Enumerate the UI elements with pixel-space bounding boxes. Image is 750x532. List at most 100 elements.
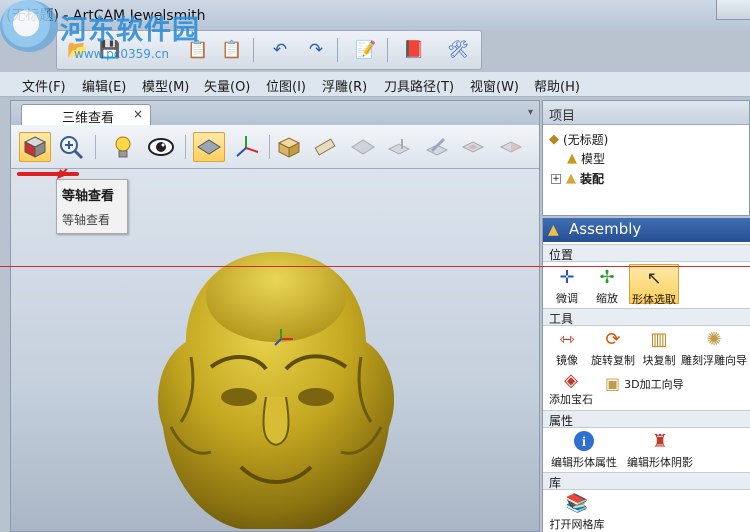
menu-help[interactable]: 帮助(H) [534,76,580,95]
toolbar-separator [253,38,254,62]
section-properties: 属性 [543,410,750,428]
tool-label: 添加宝石 [549,393,593,406]
nudge-button[interactable]: ✛ 微调 [547,264,587,306]
cylinder-icon [314,138,336,156]
cursor-icon: ↖ [646,267,662,289]
section-label: 工具 [549,312,574,326]
section-label: 库 [549,476,562,490]
close-icon[interactable]: × [133,107,143,121]
mirror-icon: ⇿ [559,328,575,350]
gem-icon: ◈ [564,370,578,391]
shaded-view-button[interactable] [347,132,379,162]
tooltip-title: 等轴查看 [62,189,115,204]
edit-shape-properties-button[interactable]: i 编辑形体属性 [547,428,621,470]
isometric-view-button[interactable] [19,132,51,162]
view-visibility-button[interactable] [145,132,177,162]
clipboard-icon[interactable]: 📋 [219,37,245,63]
edit-shape-shading-button[interactable]: ♜ 编辑形体阴影 [623,428,697,470]
tool-label: 雕刻浮雕向导 [681,354,747,367]
tool-label: 镜像 [556,354,578,367]
watermark-text: 河东软件园 [60,15,200,46]
lighting-button[interactable] [107,132,139,162]
menu-bitmap[interactable]: 位图(I) [266,76,306,95]
toolbar-separator [337,38,338,62]
rotate-copy-button[interactable]: ⟳ 旋转复制 [589,326,637,368]
tree-item-label: (无标题) [563,133,609,147]
rotate-copy-icon: ⟳ [605,328,621,350]
layers-icon [461,141,485,153]
scale-button[interactable]: ✢ 缩放 [587,264,627,306]
relief-icon [499,141,523,153]
book-icon[interactable]: 📕 [401,37,427,63]
menu-file[interactable]: 文件(F) [22,76,66,95]
nudge-icon: ✛ [559,266,575,288]
relief-view-button[interactable] [495,132,527,162]
draw-button[interactable] [421,132,453,162]
menu-toolpath[interactable]: 刀具路径(T) [384,76,454,95]
guide-line [0,266,750,267]
menu-model[interactable]: 模型(M) [142,76,189,95]
project-panel: 项目 ◆ (无标题) ▲ 模型 + ▲ 装配 [542,100,750,216]
watermark-logo [0,0,58,52]
mirror-button[interactable]: ⇿ 镜像 [545,326,589,368]
shape-select-button[interactable]: ↖ 形体选取 [629,264,679,306]
watermark-url: www.pc0359.cn [74,47,169,61]
shading-icon: ♜ [651,430,669,452]
add-gem-button[interactable]: ◈ 添加宝石 [549,370,593,407]
chevron-down-icon[interactable]: ▾ [528,107,533,118]
material-button[interactable] [273,132,305,162]
tool-label: 缩放 [596,292,618,305]
menu-bar: 文件(F) 编辑(E) 模型(M) 矢量(O) 位图(I) 浮雕(R) 刀具路径… [0,72,750,97]
zoom-in-button[interactable] [55,132,87,162]
plane-view-button[interactable] [193,132,225,162]
menu-window[interactable]: 视窗(W) [470,76,519,95]
block-copy-button[interactable]: ▥ 块复制 [639,326,679,368]
view-toolbar [11,125,539,169]
menu-edit[interactable]: 编辑(E) [82,76,126,95]
eye-icon [148,138,174,156]
tree-item-label: 模型 [581,152,606,166]
project-panel-title: 项目 [549,109,576,124]
assembly-icon: ▲ [566,171,576,186]
3d-machining-wizard-button[interactable]: ▣ 3D加工向导 [605,374,684,393]
tree-item-model[interactable]: ▲ 模型 [567,150,605,167]
axes-icon [236,136,259,157]
project-icon: ◆ [549,132,559,147]
tree-item-project[interactable]: ◆ (无标题) [549,131,608,148]
3d-viewport[interactable]: 等轴查看 等轴查看 [11,169,539,531]
open-mesh-library-button[interactable]: 📚 打开网格库 [547,490,607,532]
tool-label: 编辑形体属性 [551,456,617,469]
svg-text:i: i [582,435,586,450]
wireframe-button[interactable] [383,132,415,162]
layers-button[interactable] [457,132,489,162]
notes-icon[interactable]: 📝 [353,37,379,63]
tooltip: 等轴查看 等轴查看 [56,179,128,234]
redo-icon[interactable]: ↷ [303,37,329,63]
menu-relief[interactable]: 浮雕(R) [322,76,367,95]
buddha-head-model [157,252,395,529]
model-icon: ▲ [567,151,577,166]
section-position: 位置 [543,244,750,262]
expand-icon[interactable]: + [551,173,561,184]
axes-button[interactable] [231,132,263,162]
toolbar-separator [269,135,270,159]
menu-vector[interactable]: 矢量(O) [204,76,250,95]
section-library: 库 [543,472,750,490]
undo-icon[interactable]: ↶ [267,37,293,63]
section-tools: 工具 [543,308,750,326]
toolbar-separator [387,38,388,62]
section-label: 位置 [549,248,574,262]
plane-icon [197,139,221,155]
tab-3d-view[interactable]: 三维查看 × [21,104,151,126]
cube-icon [23,136,47,158]
cylinder-button[interactable] [309,132,341,162]
3d-view-panel: 三维查看 × ▾ 等轴查看 等轴查看 [10,100,540,532]
scale-icon: ✢ [599,266,615,288]
tool-label: 微调 [556,292,578,305]
project-panel-header: 项目 [543,101,749,125]
window-close-button[interactable] [716,0,750,20]
tree-item-assembly[interactable]: + ▲ 装配 [551,170,604,187]
tools-icon[interactable]: 🛠 [445,37,471,63]
relief-wizard-button[interactable]: ✺ 雕刻浮雕向导 [679,326,749,368]
library-icon: 📚 [565,492,589,514]
